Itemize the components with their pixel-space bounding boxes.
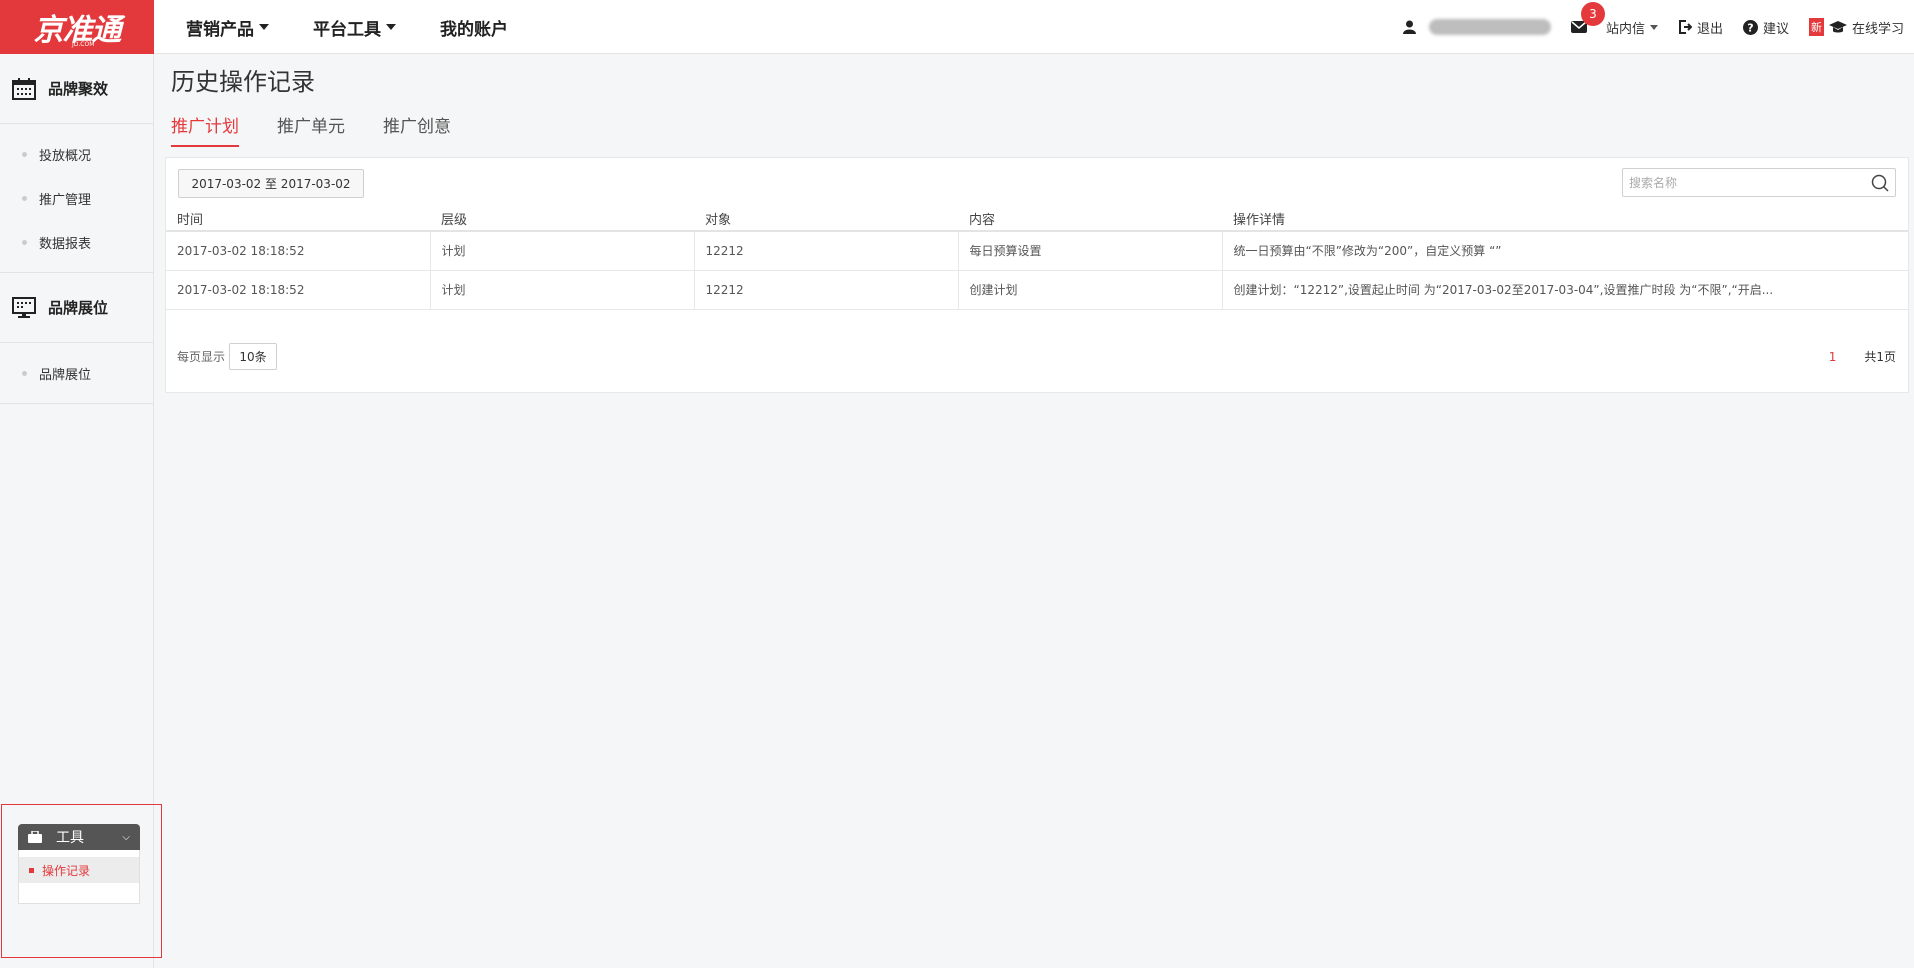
cell-details: 创建计划：“12212”,设置起止时间 为“2017-03-02至2017-03… <box>1222 270 1908 310</box>
sidebar-item-brand-display[interactable]: 品牌展位 <box>0 351 153 395</box>
bullet-icon <box>22 370 27 376</box>
user-menu[interactable] <box>1402 19 1551 35</box>
top-bar: 京准通 JD.COM 营销产品 平台工具 我的账户 3 站内信 退出 ? 建议 … <box>0 0 1914 54</box>
cell-object: 12212 <box>694 270 959 310</box>
svg-text:?: ? <box>1747 21 1753 34</box>
feedback-label: 建议 <box>1762 21 1789 37</box>
logout-button[interactable]: 退出 <box>1678 18 1723 37</box>
column-header-details: 操作详情 <box>1222 207 1908 232</box>
nav-platform-tools[interactable]: 平台工具 <box>313 15 396 40</box>
online-learning-button[interactable]: 新 在线学习 <box>1808 18 1904 37</box>
new-tag: 新 <box>1808 18 1824 36</box>
sidebar-group-brand-effect[interactable]: 品牌聚效 <box>0 54 153 124</box>
logo-subtext: JD.COM <box>72 41 95 48</box>
nav-label: 平台工具 <box>313 19 381 40</box>
cell-details: 统一日预算由“不限”修改为“200”，自定义预算 “” <box>1222 231 1908 271</box>
table-row: 2017-03-02 18:18:52 计划 12212 创建计划 创建计划：“… <box>166 270 1908 310</box>
tab-ad-group[interactable]: 推广单元 <box>277 112 345 147</box>
table-header-row: 时间 层级 对象 内容 操作详情 <box>166 207 1908 232</box>
sidebar-item-data-reports[interactable]: 数据报表 <box>0 220 153 264</box>
calendar-icon <box>12 77 36 100</box>
pagination: 1 共1页 <box>1829 348 1896 365</box>
page-size-label: 每页显示 <box>177 350 226 364</box>
bullet-icon <box>22 195 27 201</box>
top-right-tools: 3 站内信 退出 ? 建议 新 在线学习 <box>1383 0 1904 54</box>
records-table: 时间 层级 对象 内容 操作详情 2017-03-02 18:18:52 计划 … <box>166 207 1908 310</box>
cell-content: 每日预算设置 <box>958 231 1223 271</box>
search-input[interactable] <box>1623 169 1853 196</box>
column-header-time: 时间 <box>166 207 430 232</box>
caret-down-icon <box>386 24 396 30</box>
messages-label: 站内信 <box>1605 21 1645 37</box>
caret-down-icon <box>1649 24 1658 30</box>
logout-icon <box>1678 20 1692 34</box>
nav-my-account[interactable]: 我的账户 <box>440 15 508 40</box>
tab-bar: 推广计划 推广单元 推广创意 <box>171 112 451 147</box>
caret-down-icon <box>259 24 269 30</box>
logout-label: 退出 <box>1696 21 1723 37</box>
message-count-badge: 3 <box>1580 1 1605 26</box>
sidebar-group-title: 品牌展位 <box>48 299 109 317</box>
graduation-cap-icon <box>1828 20 1847 32</box>
sidebar-list-brand-display: 品牌展位 <box>0 343 153 404</box>
nav-label: 我的账户 <box>440 19 508 40</box>
tools-item-operation-log[interactable]: 操作记录 <box>19 857 139 883</box>
briefcase-icon <box>28 831 42 843</box>
column-header-content: 内容 <box>958 207 1222 232</box>
table-row: 2017-03-02 18:18:52 计划 12212 每日预算设置 统一日预… <box>166 231 1908 271</box>
cell-time: 2017-03-02 18:18:52 <box>166 270 431 310</box>
sidebar-group-brand-display[interactable]: 品牌展位 <box>0 273 153 343</box>
sidebar-item-label: 数据报表 <box>39 236 92 252</box>
sidebar-item-overview[interactable]: 投放概况 <box>0 132 153 176</box>
logo[interactable]: 京准通 JD.COM <box>0 0 154 54</box>
nav-label: 营销产品 <box>186 19 254 40</box>
page-total: 共1页 <box>1864 350 1896 364</box>
tools-panel-highlight: 工具 ⌵ 操作记录 <box>1 804 162 958</box>
tools-item-label: 操作记录 <box>42 863 91 878</box>
sidebar-item-label: 品牌展位 <box>39 367 92 383</box>
page-number-current[interactable]: 1 <box>1829 350 1837 364</box>
cell-level: 计划 <box>430 270 695 310</box>
question-circle-icon: ? <box>1742 19 1758 35</box>
monitor-icon <box>12 296 36 318</box>
bullet-icon <box>22 239 27 245</box>
column-header-level: 层级 <box>430 207 694 232</box>
messages-button[interactable]: 3 站内信 <box>1570 1 1658 37</box>
learning-label: 在线学习 <box>1851 21 1904 37</box>
sidebar-group-title: 品牌聚效 <box>48 80 109 98</box>
date-range-picker[interactable]: 2017-03-02 至 2017-03-02 <box>178 169 364 198</box>
top-nav: 营销产品 平台工具 我的账户 <box>186 0 508 54</box>
cell-level: 计划 <box>430 231 695 271</box>
feedback-button[interactable]: ? 建议 <box>1742 18 1789 37</box>
tools-title: 工具 <box>56 830 84 846</box>
page-size-select[interactable]: 10条 <box>229 343 278 370</box>
page-title: 历史操作记录 <box>171 68 315 96</box>
cell-object: 12212 <box>694 231 959 271</box>
tools-dropdown-body: 操作记录 <box>18 850 140 904</box>
search-icon[interactable] <box>1871 174 1889 192</box>
sidebar-item-label: 推广管理 <box>39 192 92 208</box>
username-redacted <box>1428 19 1551 35</box>
tools-dropdown-header[interactable]: 工具 ⌵ <box>18 824 140 850</box>
sidebar-list-brand-effect: 投放概况 推广管理 数据报表 <box>0 124 153 273</box>
tab-campaign[interactable]: 推广计划 <box>171 112 239 147</box>
page-size-control: 每页显示 10条 <box>177 343 278 370</box>
cell-content: 创建计划 <box>958 270 1223 310</box>
cell-time: 2017-03-02 18:18:52 <box>166 231 431 271</box>
tab-creative[interactable]: 推广创意 <box>383 112 451 147</box>
user-icon <box>1402 20 1416 34</box>
sidebar-item-label: 投放概况 <box>39 148 92 164</box>
chevron-down-icon: ⌵ <box>122 831 130 843</box>
column-header-object: 对象 <box>694 207 958 232</box>
records-panel: 2017-03-02 至 2017-03-02 时间 层级 对象 内容 操作详情… <box>165 157 1909 393</box>
bullet-icon <box>22 151 27 157</box>
sidebar-item-promotion-management[interactable]: 推广管理 <box>0 176 153 220</box>
bullet-icon <box>29 867 34 873</box>
search-box <box>1622 168 1896 197</box>
nav-marketing-products[interactable]: 营销产品 <box>186 15 269 40</box>
